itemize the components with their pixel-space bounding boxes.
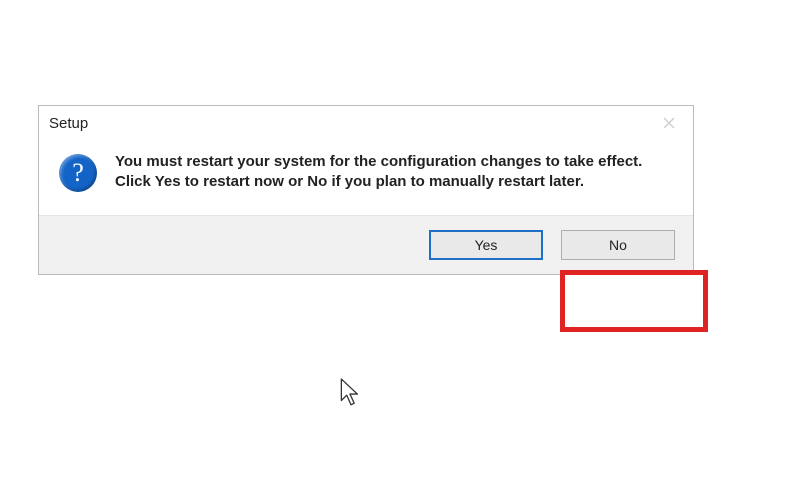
yes-button[interactable]: Yes xyxy=(429,230,543,260)
dialog-body: ? You must restart your system for the c… xyxy=(39,140,693,215)
cursor-icon xyxy=(340,378,362,408)
dialog-footer: Yes No xyxy=(39,215,693,274)
no-button[interactable]: No xyxy=(561,230,675,260)
question-icon: ? xyxy=(59,154,97,192)
annotation-highlight xyxy=(560,270,708,332)
dialog-title: Setup xyxy=(49,115,88,132)
dialog-titlebar: Setup xyxy=(39,106,693,140)
dialog-icon-wrap: ? xyxy=(59,154,97,192)
setup-dialog: Setup ? You must restart your system for… xyxy=(38,105,694,275)
close-icon xyxy=(663,117,675,129)
close-button[interactable] xyxy=(655,112,683,134)
dialog-message: You must restart your system for the con… xyxy=(115,152,673,193)
